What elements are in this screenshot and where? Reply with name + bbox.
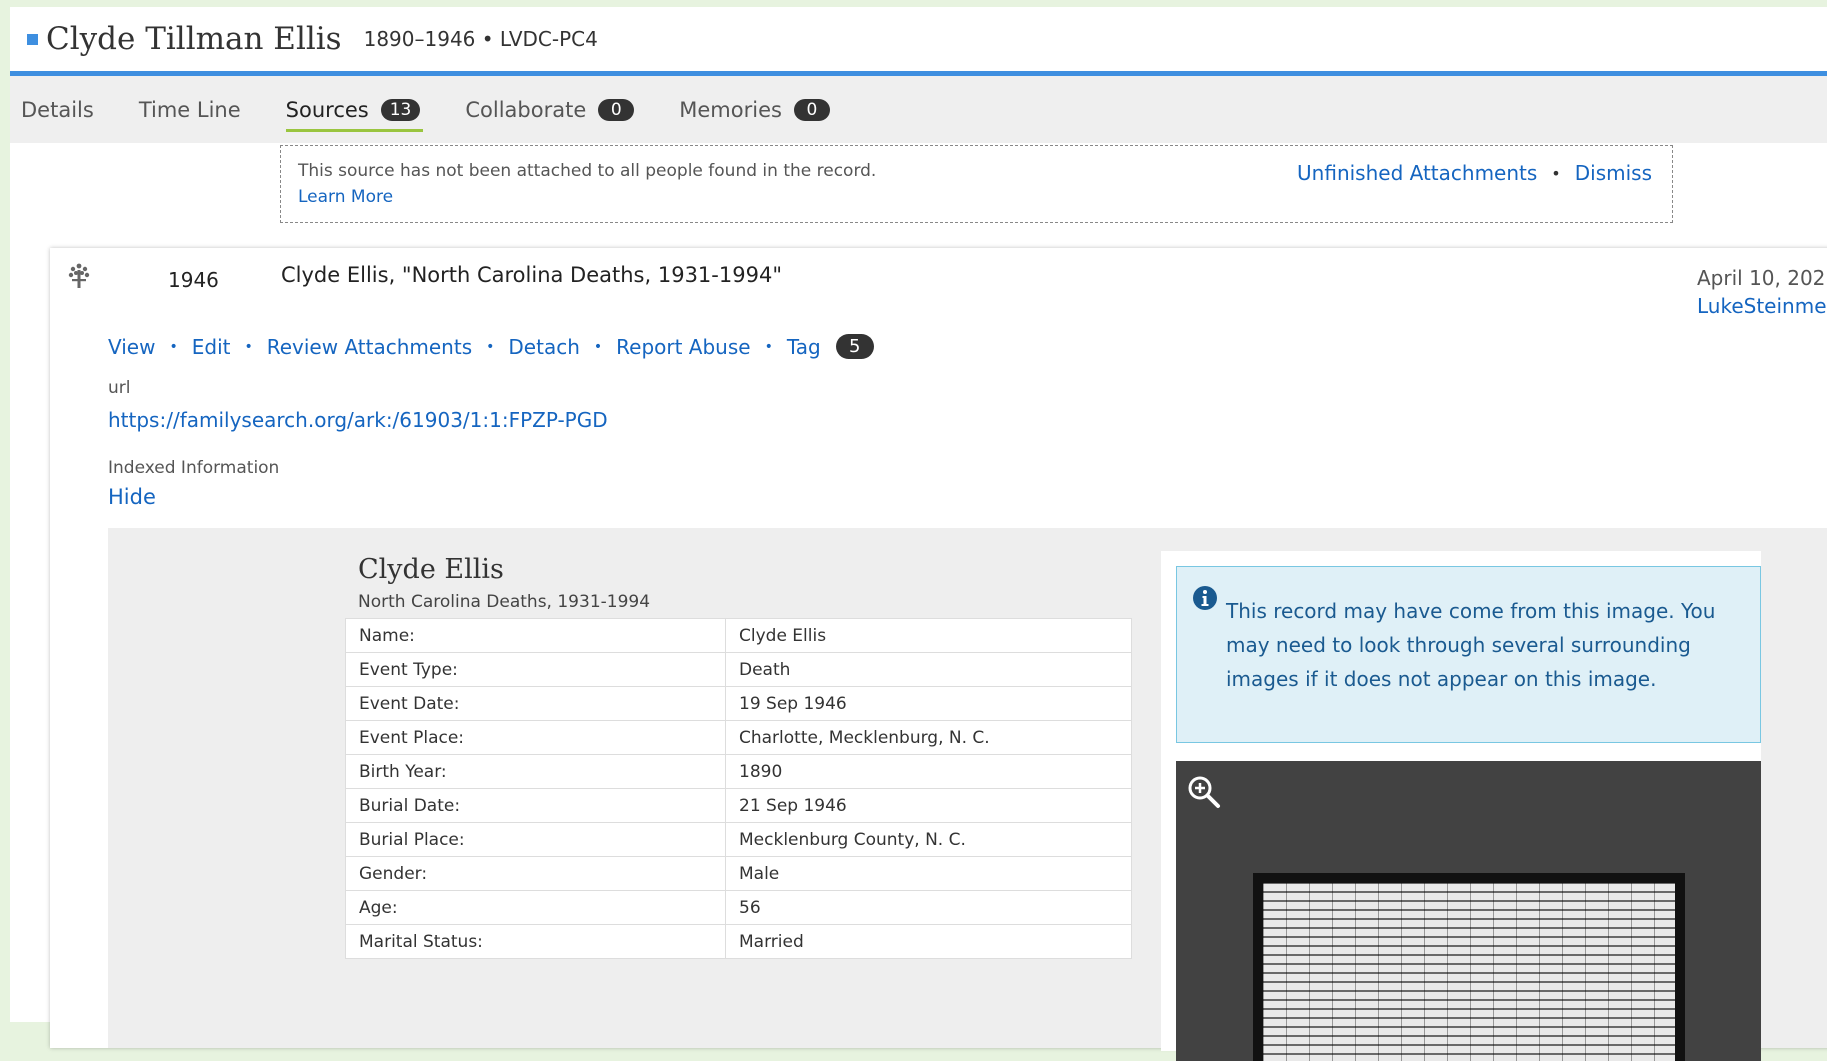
field-value: Mecklenburg County, N. C. — [725, 822, 1132, 857]
tab-collaborate[interactable]: Collaborate 0 — [465, 76, 635, 143]
tab-label: Collaborate — [465, 97, 587, 122]
tab-label: Details — [21, 97, 94, 122]
field-label: Event Place: — [345, 720, 726, 755]
record-collection: North Carolina Deaths, 1931-1994 — [358, 592, 651, 612]
table-row: Birth Year: 1890 — [345, 754, 1132, 789]
field-label: Gender: — [345, 856, 726, 891]
person-meta: 1890–1946 • LVDC-PC4 — [363, 27, 598, 51]
field-value: 56 — [725, 890, 1132, 925]
tag-link[interactable]: Tag — [787, 335, 821, 359]
action-separator: • — [593, 338, 603, 355]
field-value: Charlotte, Mecklenburg, N. C. — [725, 720, 1132, 755]
field-label: Age: — [345, 890, 726, 925]
field-value: 19 Sep 1946 — [725, 686, 1132, 721]
report-abuse-link[interactable]: Report Abuse — [616, 335, 750, 359]
image-info-box: This record may have come from this imag… — [1176, 566, 1761, 743]
field-value: 1890 — [725, 754, 1132, 789]
image-info-text: This record may have come from this imag… — [1226, 599, 1716, 691]
tab-time-line[interactable]: Time Line — [139, 76, 241, 143]
tab-label: Sources — [285, 97, 369, 122]
field-label: Burial Date: — [345, 788, 726, 823]
memories-count-badge: 0 — [793, 98, 830, 121]
action-separator: • — [169, 338, 178, 355]
tree-icon — [68, 263, 90, 288]
tab-memories[interactable]: Memories 0 — [679, 76, 830, 143]
main-content: This source has not been attached to all… — [10, 143, 1827, 1061]
person-header: Clyde Tillman Ellis 1890–1946 • LVDC-PC4 — [10, 7, 1827, 76]
source-year: 1946 — [168, 268, 219, 292]
field-label: Burial Place: — [345, 822, 726, 857]
source-card: 1946 Clyde Ellis, "North Carolina Deaths… — [50, 248, 1827, 1061]
notice-message: This source has not been attached to all… — [298, 161, 877, 181]
field-label: Birth Year: — [345, 754, 726, 789]
record-image-viewer[interactable] — [1176, 761, 1761, 1061]
source-title: Clyde Ellis, "North Carolina Deaths, 193… — [281, 263, 782, 287]
table-row: Event Date: 19 Sep 1946 — [345, 686, 1132, 721]
field-value: Married — [725, 924, 1132, 959]
table-row: Burial Place: Mecklenburg County, N. C. — [345, 822, 1132, 857]
hide-indexed-link[interactable]: Hide — [108, 485, 156, 509]
action-separator: • — [764, 338, 773, 355]
source-actions: View • Edit • Review Attachments • Detac… — [108, 334, 874, 359]
tab-sources[interactable]: Sources 13 — [285, 76, 424, 143]
table-row: Event Place: Charlotte, Mecklenburg, N. C… — [345, 720, 1132, 755]
tab-label: Memories — [679, 97, 782, 122]
unattached-notice: This source has not been attached to all… — [280, 145, 1673, 223]
dismiss-link[interactable]: Dismiss — [1575, 161, 1652, 185]
notice-separator: • — [1551, 163, 1561, 183]
record-image-thumbnail[interactable] — [1253, 873, 1685, 1061]
source-contributor-link[interactable]: LukeSteinme — [1697, 294, 1827, 318]
person-name: Clyde Tillman Ellis — [46, 21, 342, 57]
zoom-in-icon[interactable] — [1187, 775, 1221, 809]
review-attachments-link[interactable]: Review Attachments — [267, 335, 472, 359]
record-name: Clyde Ellis — [358, 554, 504, 585]
tab-bar: Details Time Line Sources 13 Collaborate 0… — [10, 76, 1827, 143]
unfinished-attachments-link[interactable]: Unfinished Attachments — [1297, 161, 1537, 185]
field-label: Event Date: — [345, 686, 726, 721]
table-row: Burial Date: 21 Sep 1946 — [345, 788, 1132, 823]
notice-actions: Unfinished Attachments • Dismiss — [1297, 161, 1652, 185]
table-row: Event Type: Death — [345, 652, 1132, 687]
action-separator: • — [486, 338, 495, 355]
info-icon — [1193, 586, 1217, 610]
source-date: April 10, 202 — [1697, 266, 1826, 290]
field-label: Name: — [345, 618, 726, 653]
detach-link[interactable]: Detach — [508, 335, 579, 359]
person-marker-icon — [27, 33, 38, 45]
indexed-information-label: Indexed Information — [108, 458, 280, 478]
indexed-record-panel: Clyde Ellis North Carolina Deaths, 1931-… — [108, 528, 1827, 1061]
source-url-link[interactable]: https://familysearch.org/ark:/61903/1:1:… — [108, 408, 608, 432]
table-row: Name: Clyde Ellis — [345, 618, 1132, 653]
tag-count-badge: 5 — [835, 334, 874, 359]
collaborate-count-badge: 0 — [598, 98, 635, 121]
field-value: 21 Sep 1946 — [725, 788, 1132, 823]
table-row: Gender: Male — [345, 856, 1132, 891]
field-value: Male — [725, 856, 1132, 891]
field-label: Marital Status: — [345, 924, 726, 959]
edit-link[interactable]: Edit — [192, 335, 231, 359]
tab-label: Time Line — [138, 97, 241, 122]
field-value: Death — [725, 652, 1132, 687]
sources-count-badge: 13 — [380, 98, 421, 121]
view-link[interactable]: View — [108, 335, 155, 359]
url-label: url — [108, 378, 131, 398]
document-scan — [1263, 883, 1675, 1061]
tab-details[interactable]: Details — [21, 76, 94, 143]
field-label: Event Type: — [345, 652, 726, 687]
record-table: Name: Clyde Ellis Event Type: Death Event … — [345, 618, 1132, 959]
table-row: Marital Status: Married — [345, 924, 1132, 959]
field-value: Clyde Ellis — [725, 618, 1132, 653]
action-separator: • — [244, 338, 253, 355]
table-row: Age: 56 — [345, 890, 1132, 925]
image-panel: This record may have come from this imag… — [1161, 551, 1761, 1061]
learn-more-link[interactable]: Learn More — [298, 187, 393, 207]
